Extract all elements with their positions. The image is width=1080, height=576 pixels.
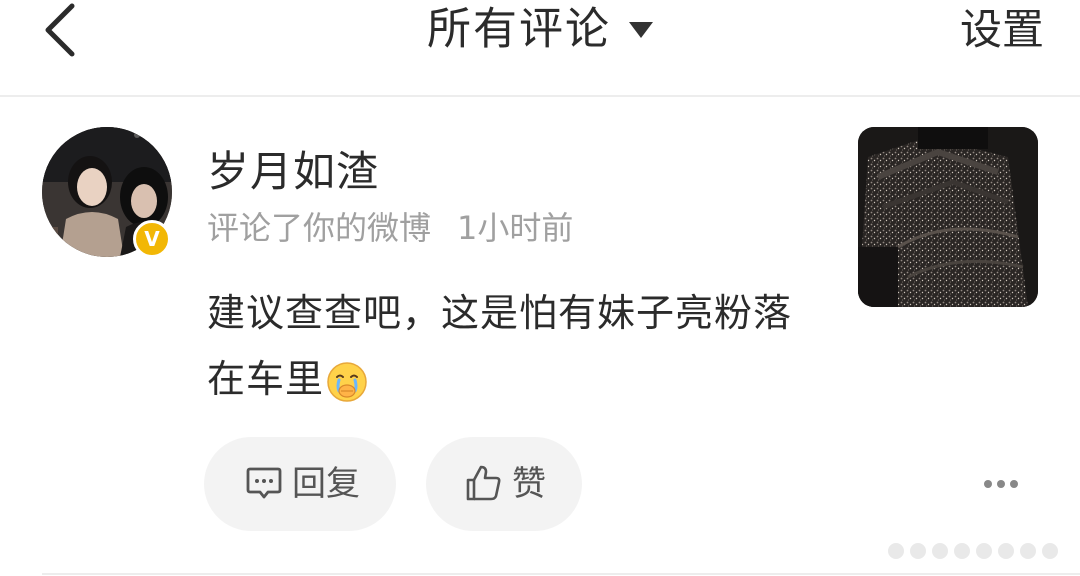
notification-meta: 评论了你的微博 1小时前 xyxy=(207,203,573,249)
caret-down-icon xyxy=(629,21,653,38)
comment-text-block: 建议查查吧，这是怕有妹子亮粉落在车里 xyxy=(207,280,807,412)
username[interactable]: 岁月如渣 xyxy=(207,138,379,199)
header-divider xyxy=(0,95,1080,97)
crying-face-icon xyxy=(327,361,367,402)
reply-label: 回复 xyxy=(292,464,360,504)
top-navigation-bar: 所有评论 设置 xyxy=(0,0,1080,95)
like-button[interactable]: 赞 xyxy=(426,437,582,531)
action-text: 评论了你的微博 xyxy=(207,209,432,247)
more-options-button[interactable] xyxy=(980,470,1022,498)
timestamp: 1小时前 xyxy=(457,209,574,247)
back-button[interactable] xyxy=(36,0,86,60)
comment-text: 建议查查吧，这是怕有妹子亮粉落在车里 xyxy=(207,291,793,401)
page-title: 所有评论 xyxy=(427,3,611,55)
comment-filter-dropdown[interactable]: 所有评论 xyxy=(427,0,653,60)
thumbs-up-icon xyxy=(466,465,501,501)
like-label: 赞 xyxy=(512,464,546,504)
item-divider xyxy=(42,573,1080,575)
verified-badge: V xyxy=(133,220,171,258)
verified-badge-letter: V xyxy=(144,227,160,251)
watermark-dots xyxy=(888,543,1068,559)
chevron-left-icon xyxy=(45,3,75,57)
settings-button[interactable]: 设置 xyxy=(960,0,1044,60)
reply-button[interactable]: 回复 xyxy=(204,437,396,531)
weibo-thumbnail[interactable] xyxy=(858,127,1038,307)
comment-icon xyxy=(246,467,282,499)
car-interior-floor-mat-image xyxy=(858,127,1038,307)
